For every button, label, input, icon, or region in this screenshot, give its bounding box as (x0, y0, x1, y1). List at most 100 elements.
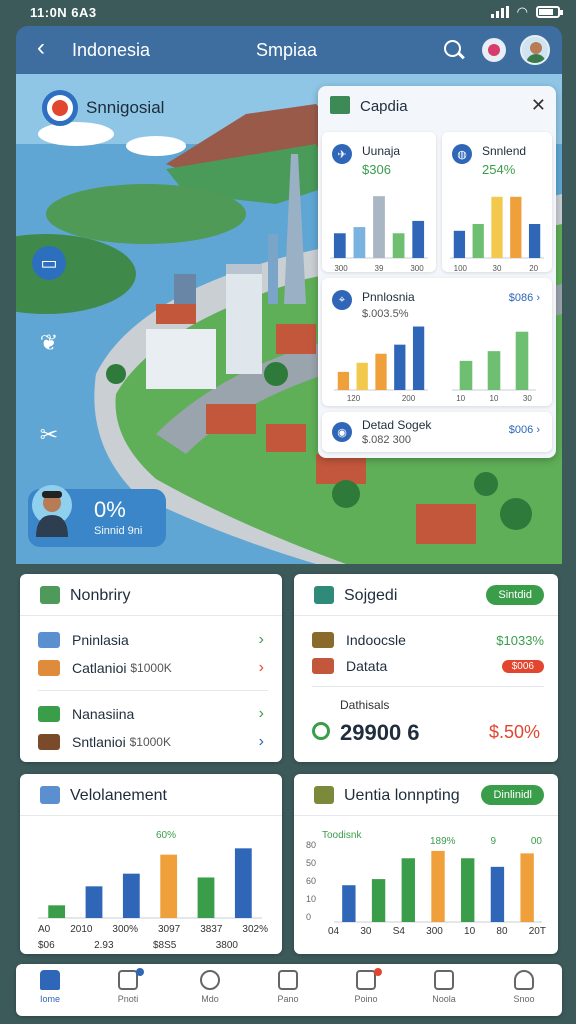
chart-bar (392, 233, 405, 258)
y-tick: 60 (306, 876, 317, 886)
document-icon (278, 970, 298, 990)
leaf-icon[interactable]: ❦ (32, 326, 66, 360)
status-bar: 11:0N 6A3 ◠ (0, 0, 576, 24)
nav-label: Poino (354, 994, 378, 1004)
tick-label: 10 (456, 394, 465, 402)
list-item[interactable]: Pninlasia › (38, 628, 268, 652)
nav-alerts[interactable]: Poino (336, 968, 396, 1012)
divider (312, 686, 544, 687)
target-icon (312, 722, 330, 740)
home-icon (312, 658, 334, 674)
x-label: A0 (38, 924, 51, 935)
mini-card-a[interactable]: ✈ Uunaja $306 300 39 300 (322, 132, 436, 272)
chart-bar (375, 353, 387, 390)
mini-chart-a: 300 39 300 (330, 196, 428, 272)
chart-right-pill[interactable]: Dinlinidl (481, 785, 544, 805)
list-item[interactable]: Sntlanioi $1000K › (38, 730, 268, 754)
nav-home[interactable]: Iome (20, 970, 80, 1012)
nav-profile[interactable]: Snoo (494, 970, 554, 1012)
x-label: 302% (242, 924, 268, 935)
progress-value: 0% (94, 497, 126, 522)
status-icons: ◠ (490, 4, 563, 20)
panel-right-pill[interactable]: Sintdid (486, 585, 544, 605)
mini-card-c-link[interactable]: $086 › (509, 292, 540, 304)
mini-card-d[interactable]: ◉ Detad Sogek $.082 300 $006 › (322, 412, 552, 452)
chart-bar (487, 351, 501, 390)
chart-right-plot (334, 850, 542, 923)
location-logo-icon (42, 90, 78, 126)
divider (38, 690, 268, 691)
profile-avatar[interactable] (520, 35, 550, 65)
nav-messages[interactable]: Pnoti (98, 968, 158, 1012)
stat-row[interactable]: Datata $006 (312, 654, 544, 678)
chart-bar (394, 344, 406, 390)
chart-bar (412, 326, 425, 390)
list-item-label: Nanasiina (72, 706, 135, 722)
nav-label: Pano (277, 994, 299, 1004)
notification-icon[interactable] (482, 38, 506, 62)
app-header: ‹ Indonesia Smpiaa (16, 26, 562, 74)
list-item-label: Pninlasia (72, 632, 129, 648)
chart-left-x-labels: A0 2010 300% 3097 3837 302% (38, 924, 268, 935)
progress-card[interactable]: 0% Sinnid 9ni (28, 485, 166, 547)
map-icon (38, 706, 60, 722)
tick-label: 20 (529, 264, 538, 272)
bottom-nav: Iome Pnoti Mdo Pano Poino Noola Snoo (16, 964, 562, 1016)
chart-left-title: Velolanement (70, 787, 167, 804)
book-icon[interactable]: ▭ (32, 246, 66, 280)
nav-documents[interactable]: Pano (258, 970, 318, 1012)
chart-bar (197, 877, 215, 918)
nav-label: Mdo (201, 994, 219, 1004)
chart-right-header: Uentia lonnpting Dinlinidl (294, 774, 558, 816)
tick-label: 30 (493, 264, 502, 272)
tool-icon[interactable]: ✂ (32, 418, 66, 452)
list-item[interactable]: Nanasiina › (38, 702, 268, 726)
chart-bar (459, 360, 473, 390)
mini-card-b[interactable]: ◍ Snnlend 254% 100 30 20 (442, 132, 552, 272)
chart-bar (373, 196, 385, 258)
nav-search[interactable]: Mdo (180, 970, 240, 1012)
mini-card-d-link[interactable]: $006 › (509, 424, 540, 436)
y-tick: 50 (306, 858, 317, 868)
nav-label: Pnoti (117, 994, 139, 1004)
x-label: 3097 (157, 924, 181, 935)
stat-row[interactable]: Indoocsle $1033% (312, 628, 544, 652)
mini-card-b-title: Snnlend (482, 144, 527, 158)
x-label: 20T (528, 926, 546, 937)
chart-left-plot (38, 848, 262, 919)
search-icon[interactable] (442, 38, 466, 62)
chart-bar (234, 848, 252, 918)
tick-label: 300 (334, 264, 348, 272)
close-icon[interactable]: ✕ (531, 95, 546, 116)
mini-card-c-link-text: $086 (508, 292, 534, 304)
analytics-overlay: Capdia ✕ ✈ Uunaja $306 300 39 300 ◍ Snnlen… (318, 86, 556, 458)
panel-right-title: Sojgedi (344, 587, 398, 604)
chart-bar (491, 196, 503, 258)
x-sub-label: 3800 (215, 940, 238, 951)
hero-title: Snnigosial (42, 88, 164, 128)
panel-right: Sojgedi Sintdid Indoocsle $1033% Datata … (294, 574, 558, 762)
building-icon (40, 786, 60, 804)
big-value: 29900 6 (340, 720, 420, 745)
list-item[interactable]: Catlanioi $1000K › (38, 656, 268, 680)
chart-bar (333, 233, 346, 258)
chevron-right-icon: › (258, 705, 264, 722)
chart-right-x-labels: 04 30 S4 300 10 80 20T (328, 926, 546, 937)
x-label: 30 (360, 926, 372, 937)
list-item-label: Catlanioi (72, 660, 127, 676)
nav-tools[interactable]: Noola (414, 970, 474, 1012)
calendar-icon (314, 586, 334, 604)
chart-bar (431, 850, 445, 922)
panel-left: Nonbriry Pninlasia › Catlanioi $1000K › … (20, 574, 282, 762)
trend-icon (314, 786, 334, 804)
back-button[interactable]: ‹ (28, 36, 54, 62)
panel-left-title: Nonbriry (70, 587, 131, 604)
mini-card-c[interactable]: ⌖ Pnnlosnia $.003.5% $086 › 120 200 10 10 3… (322, 278, 552, 406)
map-pin-icon: ⌖ (332, 290, 352, 310)
mini-chart-b: 100 30 20 (450, 196, 544, 272)
chart-bar (490, 866, 505, 922)
chart-right-y-ticks: 80 50 60 10 0 (306, 840, 316, 922)
stat-badge: $006 (501, 659, 544, 673)
chart-left-x-sub-labels: $06 2.93 $8S5 3800 (38, 940, 238, 951)
tick-label: 10 (490, 394, 499, 402)
